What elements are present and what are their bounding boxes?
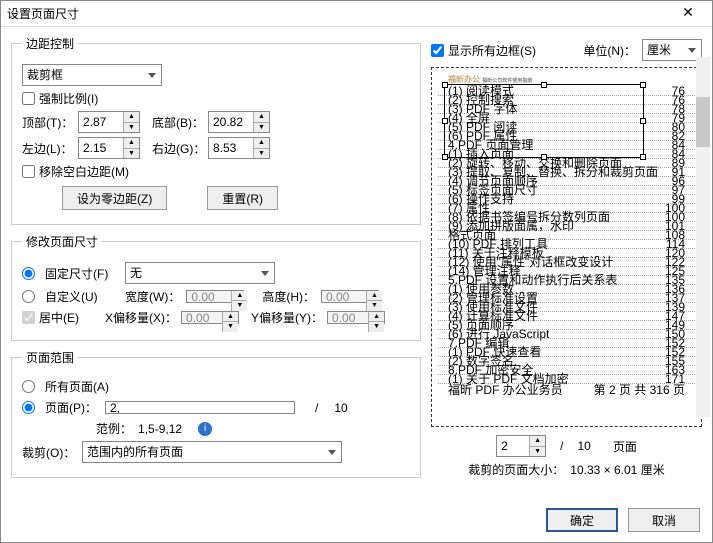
resize-legend: 修改页面尺寸	[22, 233, 102, 250]
zero-margin-button[interactable]: 设为零边距(Z)	[62, 186, 167, 210]
example-text: 1,5-9,12	[138, 422, 182, 436]
left-spinner[interactable]: ▲▼	[123, 138, 139, 158]
page-number-spinner[interactable]: ▲▼	[529, 436, 545, 456]
all-pages-radio[interactable]	[22, 380, 35, 393]
yoff-label: Y偏移量(Y)：	[251, 309, 323, 326]
height-spinner: ▲▼	[366, 291, 382, 311]
handle-ne[interactable]	[640, 82, 646, 88]
custom-size-radio[interactable]	[22, 290, 35, 303]
yoff-spinner: ▲▼	[368, 312, 384, 332]
remove-white-label: 移除空白边距(M)	[39, 163, 129, 180]
margin-legend: 边距控制	[22, 35, 78, 52]
crop-size-value: 10.33 × 6.01 厘米	[570, 461, 664, 478]
titlebar: 设置页面尺寸 ✕	[1, 1, 712, 27]
pages-radio[interactable]	[22, 401, 35, 414]
bottom-label: 底部(B)：	[152, 114, 202, 131]
vertical-scrollbar[interactable]	[696, 57, 710, 417]
width-spinner: ▲▼	[231, 291, 247, 311]
pages-slash: /	[315, 401, 318, 415]
close-icon[interactable]: ✕	[670, 4, 706, 24]
info-icon[interactable]: i	[198, 422, 212, 436]
bottom-spinner[interactable]: ▲▼	[253, 112, 269, 132]
page-slash: /	[560, 439, 563, 453]
range-legend: 页面范围	[22, 349, 78, 366]
xoff-label: X偏移量(X)：	[105, 309, 177, 326]
crop-size-label: 裁剪的页面大小：	[468, 461, 564, 478]
right-label: 右边(G)：	[152, 140, 202, 157]
left-label: 左边(L)：	[22, 140, 72, 157]
unit-label: 单位(N)：	[583, 42, 636, 59]
crop-rectangle[interactable]	[444, 84, 644, 158]
example-label: 范例：	[96, 420, 132, 437]
force-ratio-label: 强制比例(I)	[39, 90, 98, 107]
handle-sw[interactable]	[442, 154, 448, 160]
top-label: 顶部(T)：	[22, 114, 72, 131]
xoff-spinner: ▲▼	[222, 312, 238, 332]
handle-w[interactable]	[442, 118, 448, 124]
ok-button[interactable]: 确定	[546, 508, 618, 532]
handle-nw[interactable]	[442, 82, 448, 88]
handle-se[interactable]	[640, 154, 646, 160]
range-group: 页面范围 所有页面(A) 页面(P)： / 10 范例： 1,5-9,12 i …	[11, 349, 421, 478]
center-checkbox	[22, 311, 35, 324]
top-spinner[interactable]: ▲▼	[123, 112, 139, 132]
resize-group: 修改页面尺寸 固定尺寸(F) 无 自定义(U) 宽度(W)： ▲▼ 高度(H)：…	[11, 233, 421, 341]
center-label: 居中(E)	[39, 309, 101, 326]
pages-label: 页面(P)：	[45, 399, 99, 416]
all-pages-label: 所有页面(A)	[45, 378, 109, 395]
handle-e[interactable]	[640, 118, 646, 124]
handle-s[interactable]	[541, 154, 547, 160]
dialog-title: 设置页面尺寸	[7, 5, 670, 22]
crop-box-select[interactable]: 裁剪框	[22, 64, 162, 86]
pages-input[interactable]	[105, 401, 295, 414]
cancel-button[interactable]: 取消	[628, 508, 700, 532]
show-boxes-label: 显示所有边框(S)	[448, 42, 536, 59]
height-label: 高度(H)：	[262, 288, 315, 305]
scrollbar-thumb[interactable]	[696, 97, 710, 147]
crop-label: 裁剪(O)：	[22, 444, 76, 461]
width-label: 宽度(W)：	[125, 288, 180, 305]
right-spinner[interactable]: ▲▼	[253, 138, 269, 158]
handle-n[interactable]	[541, 82, 547, 88]
fixed-size-select[interactable]: 无	[125, 262, 275, 284]
crop-scope-select[interactable]: 范围内的所有页面	[82, 441, 342, 463]
margin-group: 边距控制 裁剪框 强制比例(I) 顶部(T)： ▲▼ 底部(B)： ▲▼ 左边(…	[11, 35, 421, 225]
custom-size-label: 自定义(U)	[45, 288, 119, 305]
pages-total: 10	[334, 401, 347, 415]
unit-select[interactable]: 厘米	[642, 39, 702, 61]
show-boxes-checkbox[interactable]	[431, 44, 444, 57]
page-total: 10	[577, 439, 590, 453]
preview-area[interactable]: 福昕办公 福昕公司软件使用指南 (1) 阅读模式76 (2) 控制搜索76 (3…	[431, 67, 702, 427]
fixed-size-radio[interactable]	[22, 267, 35, 280]
fixed-size-label: 固定尺寸(F)	[45, 265, 119, 282]
remove-white-checkbox[interactable]	[22, 165, 35, 178]
force-ratio-checkbox[interactable]	[22, 92, 35, 105]
page-word: 页面	[613, 438, 637, 455]
reset-button[interactable]: 重置(R)	[207, 186, 278, 210]
